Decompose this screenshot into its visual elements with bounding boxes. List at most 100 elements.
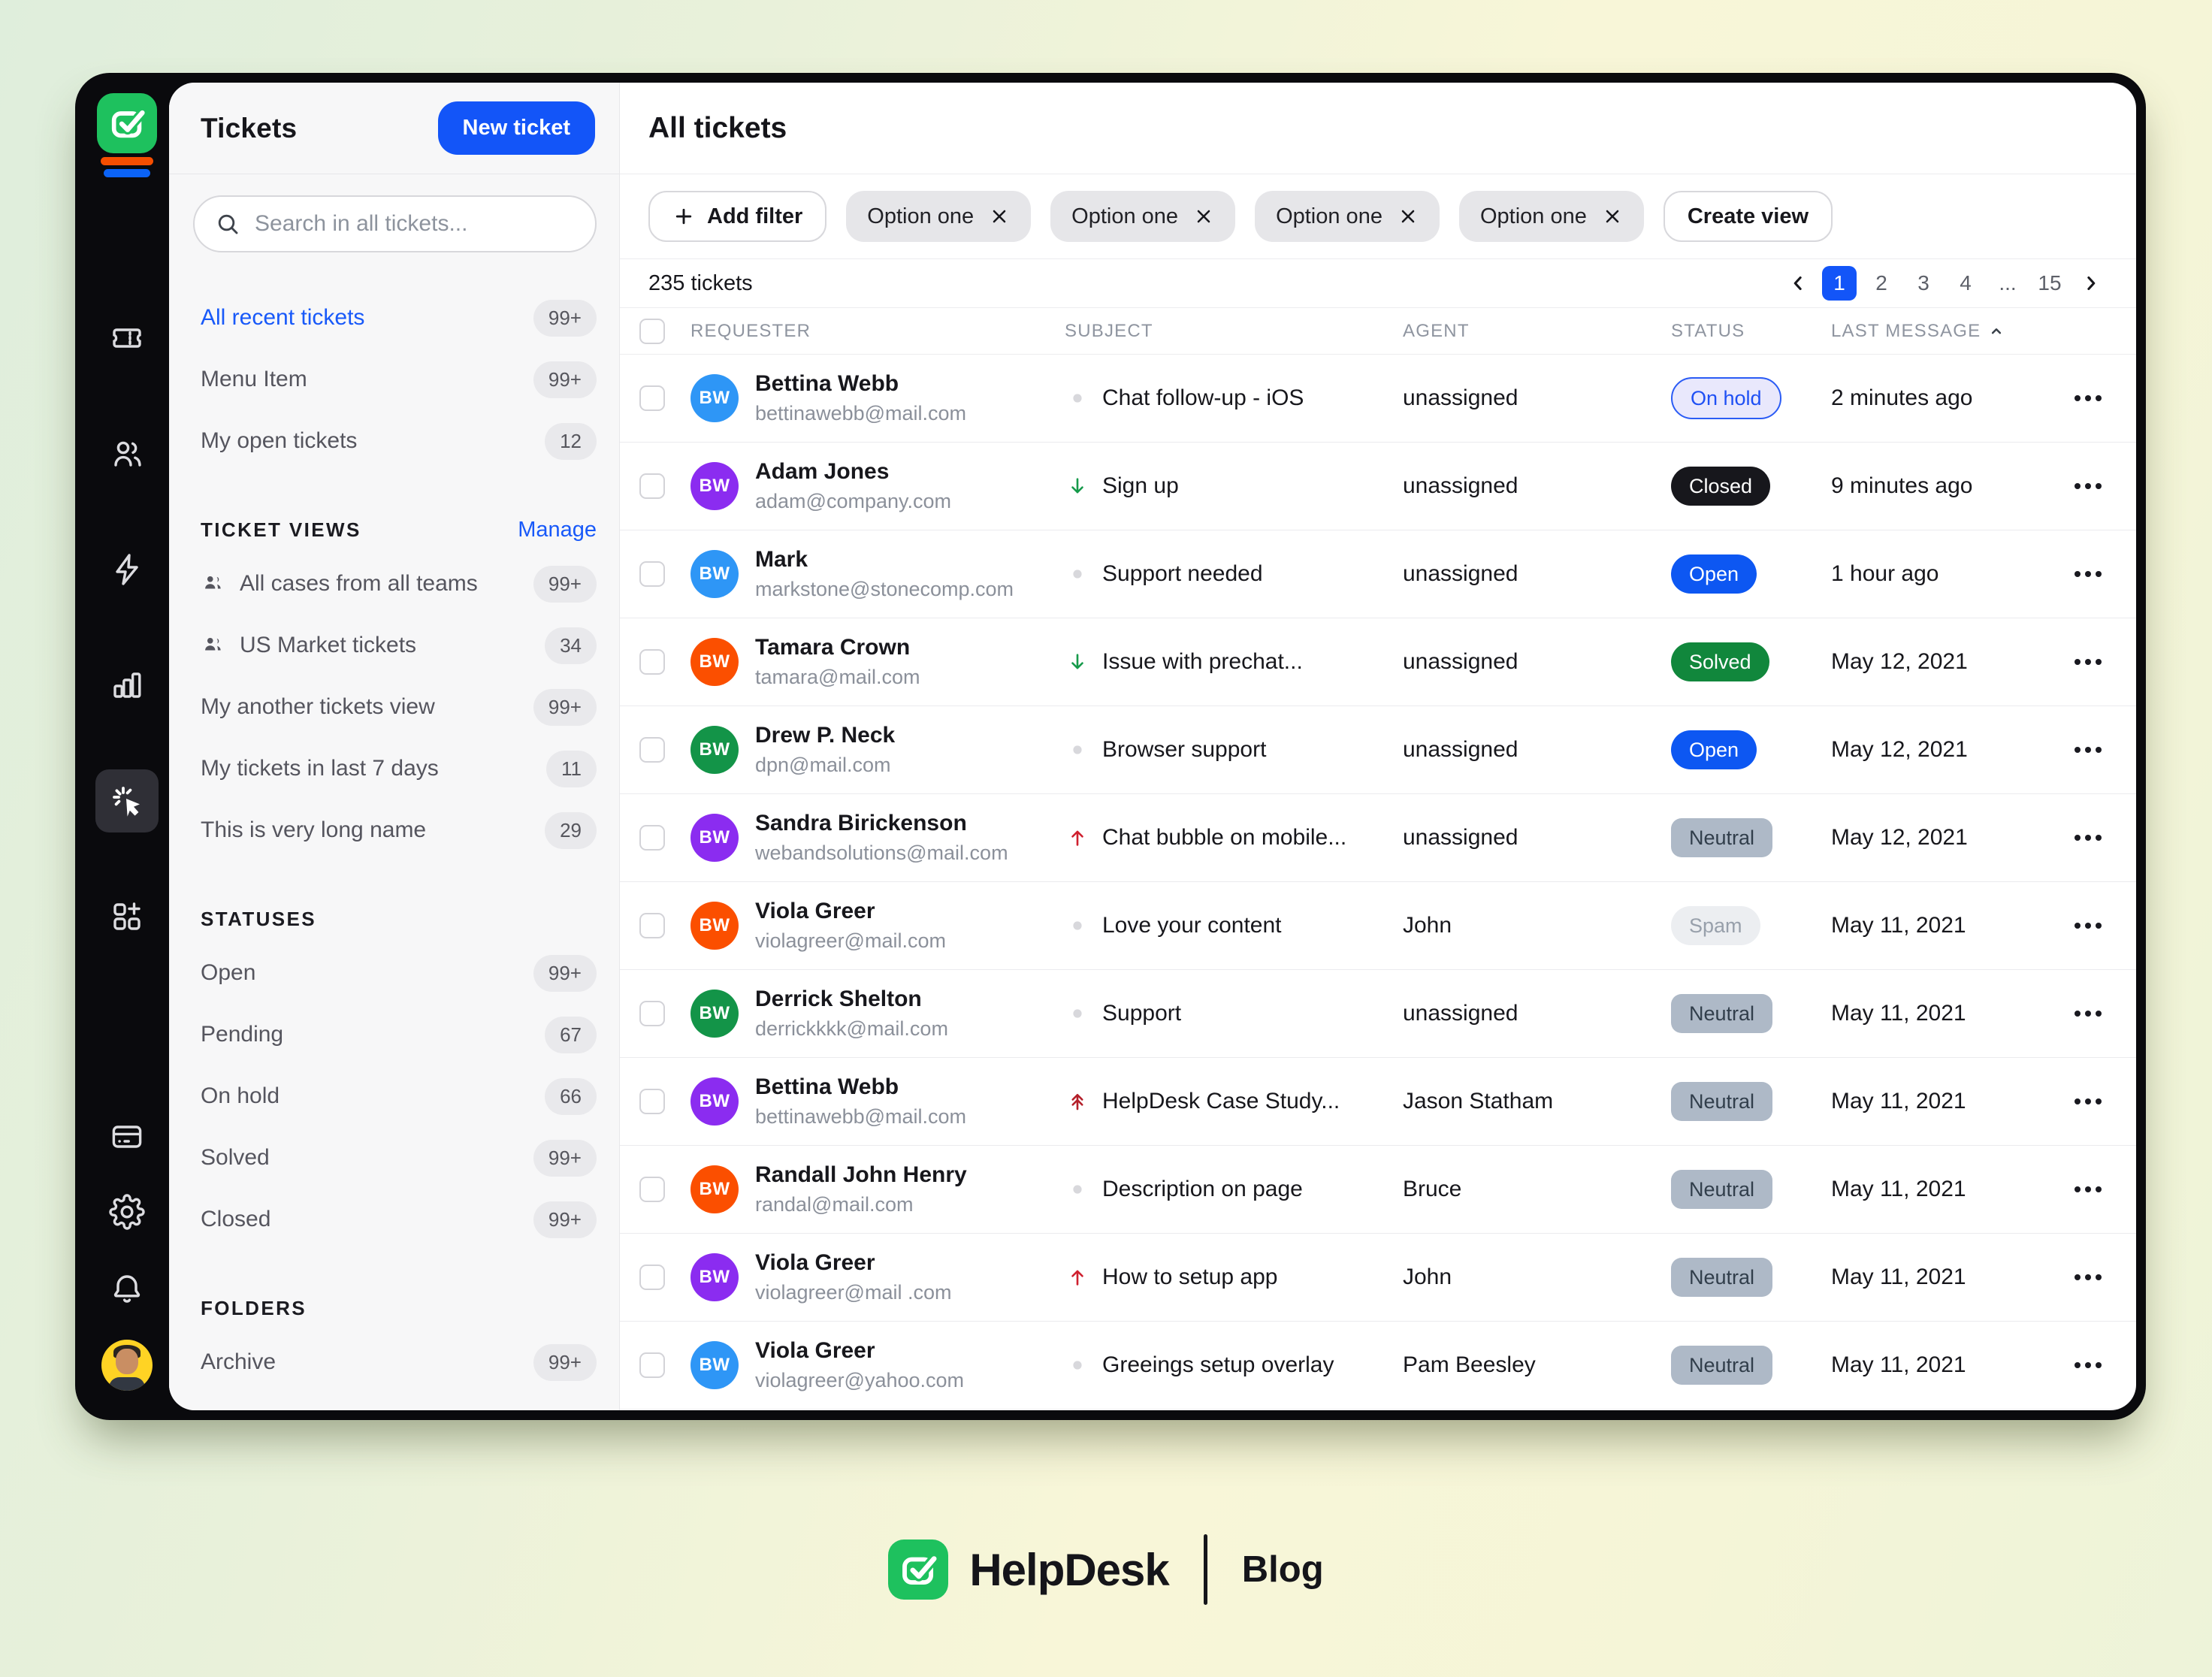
row-menu-icon[interactable] xyxy=(2075,571,2102,577)
ticket-row[interactable]: BW Bettina Webb bettinawebb@mail.com Cha… xyxy=(620,355,2136,443)
row-checkbox[interactable] xyxy=(639,1352,665,1378)
search-input[interactable] xyxy=(255,211,576,237)
count-badge: 11 xyxy=(546,751,597,787)
filter-chip[interactable]: Option one xyxy=(1050,191,1235,242)
requester-avatar: BW xyxy=(690,1253,739,1301)
row-menu-icon[interactable] xyxy=(2075,1274,2102,1280)
sidebar-item[interactable]: Archive 99+ xyxy=(201,1331,597,1393)
row-checkbox[interactable] xyxy=(639,649,665,675)
ticket-row[interactable]: BW Tamara Crown tamara@mail.com Issue wi… xyxy=(620,618,2136,706)
row-checkbox[interactable] xyxy=(639,1089,665,1114)
sidebar-item[interactable]: My tickets in last 7 days 11 xyxy=(201,738,597,799)
prev-page-icon[interactable] xyxy=(1781,267,1815,300)
row-menu-icon[interactable] xyxy=(2075,483,2102,489)
filter-chip[interactable]: Option one xyxy=(1255,191,1440,242)
ticket-subject: Issue with prechat... xyxy=(1102,649,1303,675)
ticket-row[interactable]: BW Adam Jones adam@company.com Sign up u… xyxy=(620,443,2136,530)
row-menu-icon[interactable] xyxy=(2075,1098,2102,1104)
contacts-icon[interactable] xyxy=(95,422,159,485)
col-last-message[interactable]: LAST MESSAGE xyxy=(1831,321,2056,342)
sidebar-item[interactable]: My another tickets view 99+ xyxy=(201,676,597,738)
requester-cell: BW Viola Greer violagreer@yahoo.com xyxy=(690,1338,1065,1392)
click-tracking-icon-active[interactable] xyxy=(95,769,159,832)
next-page-icon[interactable] xyxy=(2075,267,2108,300)
create-view-button[interactable]: Create view xyxy=(1664,191,1833,242)
row-checkbox[interactable] xyxy=(639,913,665,938)
agent-cell: John xyxy=(1403,1265,1671,1290)
page-number[interactable]: 15 xyxy=(2032,266,2067,301)
ticket-row[interactable]: BW Sandra Birickenson webandsolutions@ma… xyxy=(620,794,2136,882)
row-menu-icon[interactable] xyxy=(2075,1362,2102,1368)
col-status[interactable]: STATUS xyxy=(1671,321,1831,342)
sidebar-item[interactable]: US Market tickets 34 xyxy=(201,615,597,676)
sidebar-item[interactable]: Solved 99+ xyxy=(201,1127,597,1189)
select-all-checkbox[interactable] xyxy=(639,319,665,344)
row-menu-icon[interactable] xyxy=(2075,1186,2102,1192)
row-checkbox[interactable] xyxy=(639,561,665,587)
row-checkbox[interactable] xyxy=(639,1265,665,1290)
row-menu-icon[interactable] xyxy=(2075,395,2102,401)
row-checkbox[interactable] xyxy=(639,825,665,851)
remove-filter-icon[interactable] xyxy=(1193,206,1214,227)
sidebar-item[interactable]: All recent tickets 99+ xyxy=(201,287,597,349)
apps-icon[interactable] xyxy=(95,885,159,948)
remove-filter-icon[interactable] xyxy=(1398,206,1419,227)
sidebar-item[interactable]: Closed 99+ xyxy=(201,1189,597,1250)
tickets-icon[interactable] xyxy=(95,307,159,370)
page-number[interactable]: 1 xyxy=(1822,266,1857,301)
user-avatar[interactable] xyxy=(101,1340,153,1391)
row-menu-icon[interactable] xyxy=(2075,923,2102,929)
priority-none-icon xyxy=(1072,1360,1083,1370)
ticket-row[interactable]: BW Derrick Shelton derrickkkk@mail.com S… xyxy=(620,970,2136,1058)
sidebar-item[interactable]: Pending 67 xyxy=(201,1004,597,1065)
ticket-row[interactable]: BW Drew P. Neck dpn@mail.com Browser sup… xyxy=(620,706,2136,794)
add-filter-button[interactable]: Add filter xyxy=(648,191,826,242)
remove-filter-icon[interactable] xyxy=(1602,206,1623,227)
sidebar-item[interactable]: This is very long name 29 xyxy=(201,799,597,861)
page-number[interactable]: 2 xyxy=(1864,266,1899,301)
row-checkbox[interactable] xyxy=(639,1177,665,1202)
remove-filter-icon[interactable] xyxy=(989,206,1010,227)
page-number[interactable]: 3 xyxy=(1906,266,1941,301)
reports-icon[interactable] xyxy=(95,654,159,717)
priority-low-icon xyxy=(1066,651,1089,673)
automation-icon[interactable] xyxy=(95,538,159,601)
row-checkbox[interactable] xyxy=(639,737,665,763)
row-menu-icon[interactable] xyxy=(2075,835,2102,841)
settings-gear-icon[interactable] xyxy=(95,1180,159,1243)
row-menu-icon[interactable] xyxy=(2075,659,2102,665)
ticket-search[interactable] xyxy=(193,195,597,252)
sidebar-item[interactable]: My open tickets 12 xyxy=(201,410,597,472)
billing-icon[interactable] xyxy=(95,1105,159,1168)
main-header: All tickets xyxy=(620,83,2136,174)
ticket-row[interactable]: BW Bettina Webb bettinawebb@mail.com Hel… xyxy=(620,1058,2136,1146)
ticket-row[interactable]: BW Randall John Henry randal@mail.com De… xyxy=(620,1146,2136,1234)
new-ticket-button[interactable]: New ticket xyxy=(438,101,595,155)
ticket-subject: Support xyxy=(1102,1001,1181,1026)
subject-cell: Support needed xyxy=(1065,561,1403,587)
manage-link[interactable]: Manage xyxy=(518,518,597,542)
filter-chip[interactable]: Option one xyxy=(846,191,1031,242)
filter-chip[interactable]: Option one xyxy=(1459,191,1644,242)
ticket-row[interactable]: BW Mark markstone@stonecomp.com Support … xyxy=(620,530,2136,618)
row-menu-icon[interactable] xyxy=(2075,747,2102,753)
sidebar-item[interactable]: Open 99+ xyxy=(201,942,597,1004)
agent-cell: unassigned xyxy=(1403,473,1671,499)
sidebar-item[interactable]: Menu Item 99+ xyxy=(201,349,597,410)
notifications-bell-icon[interactable] xyxy=(95,1255,159,1319)
ticket-row[interactable]: BW Viola Greer violagreer@mail.com Love … xyxy=(620,882,2136,970)
col-agent[interactable]: AGENT xyxy=(1403,321,1671,342)
page-number[interactable]: 4 xyxy=(1948,266,1983,301)
row-checkbox[interactable] xyxy=(639,385,665,411)
ticket-row[interactable]: BW Viola Greer violagreer@yahoo.com Gree… xyxy=(620,1322,2136,1410)
ticket-row[interactable]: BW Viola Greer violagreer@mail .com How … xyxy=(620,1234,2136,1322)
col-requester[interactable]: REQUESTER xyxy=(690,321,1065,342)
sidebar-item[interactable]: All cases from all teams 99+ xyxy=(201,553,597,615)
row-menu-icon[interactable] xyxy=(2075,1011,2102,1017)
row-checkbox[interactable] xyxy=(639,473,665,499)
helpdesk-app-logo[interactable] xyxy=(97,93,157,177)
row-checkbox[interactable] xyxy=(639,1001,665,1026)
sidebar-item[interactable]: On hold 66 xyxy=(201,1065,597,1127)
priority-icon xyxy=(1065,651,1090,673)
col-subject[interactable]: SUBJECT xyxy=(1065,321,1403,342)
